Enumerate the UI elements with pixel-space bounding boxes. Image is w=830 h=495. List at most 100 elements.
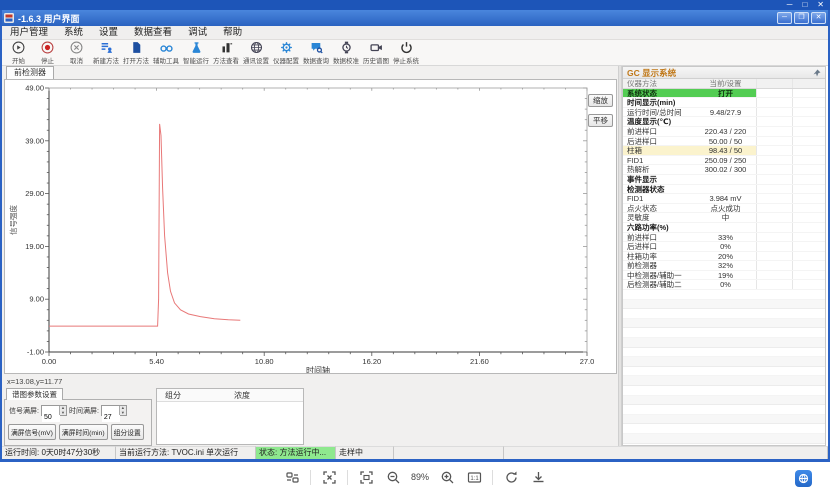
play-icon (12, 41, 25, 54)
outer-maximize-button[interactable]: □ (802, 1, 807, 9)
gc-row-empty (757, 146, 793, 155)
data-calibration-icon (340, 41, 353, 54)
layout-icon[interactable] (283, 468, 301, 486)
svg-text:5.40: 5.40 (149, 357, 164, 366)
gc-row-value: 0% (695, 242, 757, 251)
instrument-config-icon (280, 41, 293, 54)
plot-pan-button[interactable]: 平移 (588, 114, 613, 127)
toolbar-button-8[interactable]: 通讯设置 (241, 40, 271, 65)
toolbar-label: 新建方法 (93, 55, 119, 65)
toolbar-label: 取消 (70, 55, 83, 65)
toolbar-button-6[interactable]: 智能运行 (181, 40, 211, 65)
gc-row: 灵敏度中 (623, 213, 825, 223)
toolbar-button-13[interactable]: 停止系统 (391, 40, 421, 65)
outer-close-button[interactable]: ✕ (817, 1, 824, 9)
plot-zoom-button[interactable]: 缩放 (588, 94, 613, 107)
svg-text:10.80: 10.80 (255, 357, 274, 366)
signal-fullscale-input[interactable] (42, 413, 60, 422)
toolbar-label: 数据查询 (303, 55, 329, 65)
gc-row-filler (623, 367, 825, 377)
app-logo-icon[interactable] (795, 470, 812, 487)
toolbar-label: 通讯设置 (243, 55, 269, 65)
signal-fullscale-spinner[interactable]: ▲▼ (41, 405, 67, 416)
close-button[interactable]: ✕ (811, 12, 826, 24)
fullscale-time-button[interactable]: 满屏时间(min) (59, 424, 108, 440)
window-titlebar: -1.6.3 用户界面 ─ ❐ ✕ (0, 10, 830, 26)
spin-down-icon[interactable]: ▼ (59, 411, 66, 416)
spin-down-icon[interactable]: ▼ (119, 411, 126, 416)
gc-row: 仪器方法当前/设置 (623, 79, 825, 89)
toolbar-button-12[interactable]: 历史谱图 (361, 40, 391, 65)
toolbar-button-4[interactable]: 打开方法 (121, 40, 151, 65)
svg-text:1:1: 1:1 (470, 476, 479, 482)
toolbar-button-2[interactable]: 取消 (62, 40, 91, 65)
svg-text:49.00: 49.00 (25, 84, 44, 93)
fullscreen-icon[interactable] (320, 468, 338, 486)
toolbar-label: 停止 (41, 55, 54, 65)
gc-row-filler (623, 319, 825, 329)
toolbar-label: 方法查看 (213, 55, 239, 65)
gc-row-filler (623, 376, 825, 386)
gc-row: 热解析300.02 / 300 (623, 165, 825, 175)
application-window: ─ □ ✕ -1.6.3 用户界面 ─ ❐ ✕ 用户管理系统设置数据查看调试帮助… (0, 0, 830, 495)
toolbar-label: 历史谱图 (363, 55, 389, 65)
gc-row-empty (793, 233, 825, 242)
gc-row-empty (757, 156, 793, 165)
outer-minimize-button[interactable]: ─ (787, 1, 793, 9)
menu-item-1[interactable]: 系统 (56, 26, 91, 40)
gc-row-empty (757, 175, 793, 184)
gc-row-label: 时间显示(min) (623, 98, 695, 107)
actual-size-icon[interactable]: 1:1 (465, 468, 483, 486)
toolbar-button-3[interactable]: 新建方法 (91, 40, 121, 65)
gc-row: 检测器状态 (623, 185, 825, 195)
gc-row-value: 当前/设置 (695, 79, 757, 88)
toolbar-button-0[interactable]: 开始 (4, 40, 33, 65)
zoom-in-icon[interactable] (438, 468, 456, 486)
menu-item-5[interactable]: 帮助 (215, 26, 250, 40)
fit-screen-icon[interactable] (357, 468, 375, 486)
gc-row-empty (757, 233, 793, 242)
gc-row-empty (793, 108, 825, 117)
maximize-button[interactable]: ❐ (794, 12, 809, 24)
menu-item-3[interactable]: 数据查看 (126, 26, 180, 40)
gc-row: 后检测器/辅助二0% (623, 280, 825, 290)
toolbar-label: 数据校准 (333, 55, 359, 65)
component-settings-button[interactable]: 组分设置 (111, 424, 144, 440)
download-icon[interactable] (529, 468, 547, 486)
gc-row-label: 前进样口 (623, 127, 695, 136)
gc-row: FID13.984 mV (623, 194, 825, 204)
toolbar-button-11[interactable]: 数据校准 (331, 40, 361, 65)
refresh-icon[interactable] (502, 468, 520, 486)
gc-row: 前进样口220.43 / 220 (623, 127, 825, 137)
gc-row: 柱箱98.43 / 50 (623, 146, 825, 156)
svg-text:19.00: 19.00 (25, 242, 44, 251)
gc-row-empty (793, 261, 825, 270)
gc-row-empty (757, 137, 793, 146)
gc-row-empty (793, 165, 825, 174)
time-fullscale-input[interactable] (102, 413, 120, 422)
gc-row: 后进样口0% (623, 242, 825, 252)
tab-front-detector[interactable]: 前检测器 (6, 66, 54, 79)
toolbar-button-9[interactable]: 仪器配置 (271, 40, 301, 65)
time-fullscale-spinner[interactable]: ▲▼ (101, 405, 127, 416)
fullscale-signal-button[interactable]: 满屏信号(mV) (8, 424, 56, 440)
svg-text:21.60: 21.60 (470, 357, 489, 366)
toolbar-button-10[interactable]: 数据查询 (301, 40, 331, 65)
gc-row-empty (793, 79, 825, 88)
gc-row-empty (757, 261, 793, 270)
gc-row-label: 后进样口 (623, 242, 695, 251)
stop-system-icon (400, 41, 413, 54)
gc-row-label: FID1 (623, 156, 695, 165)
zoom-out-icon[interactable] (384, 468, 402, 486)
tab-spectrum-params[interactable]: 谱图参数设置 (6, 388, 63, 400)
pin-icon[interactable] (813, 69, 821, 77)
spectrum-params-group: 谱图参数设置 信号满屏: ▲▼ 时间满屏: ▲▼ 满屏信号(mV) (4, 388, 152, 446)
toolbar-button-5[interactable]: 辅助工具 (151, 40, 181, 65)
toolbar-button-7[interactable]: 方法查看 (211, 40, 241, 65)
menu-item-0[interactable]: 用户管理 (2, 26, 56, 40)
toolbar-button-1[interactable]: 停止 (33, 40, 62, 65)
minimize-button[interactable]: ─ (777, 12, 792, 24)
gc-row-filler (623, 309, 825, 319)
menu-item-2[interactable]: 设置 (91, 26, 126, 40)
menu-item-4[interactable]: 调试 (180, 26, 215, 40)
